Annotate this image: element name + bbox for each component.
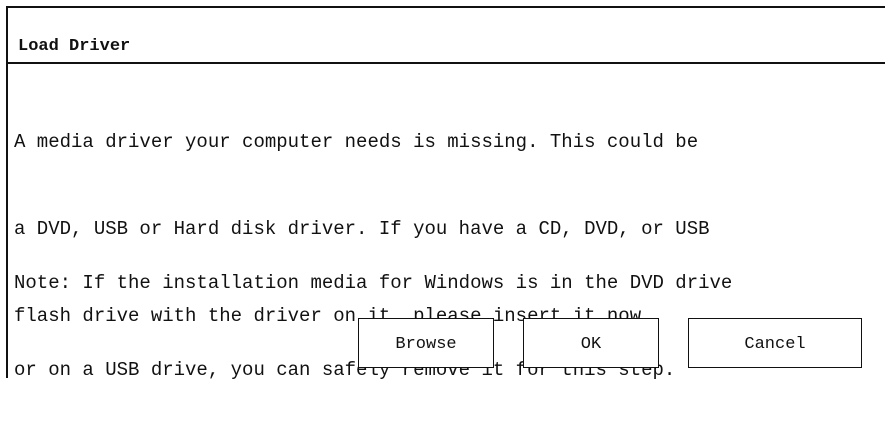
load-driver-dialog: Load Driver A media driver your computer… <box>6 6 885 381</box>
note-line: Note: If the installation media for Wind… <box>14 272 733 294</box>
dialog-title-bar: Load Driver <box>8 30 885 64</box>
dialog-title: Load Driver <box>18 37 131 56</box>
ok-button[interactable]: OK <box>523 318 659 368</box>
message-line: A media driver your computer needs is mi… <box>14 131 699 153</box>
ok-button-label: OK <box>580 335 602 354</box>
browse-button-label: Browse <box>395 335 457 354</box>
cancel-button-label: Cancel <box>744 335 806 354</box>
browse-button[interactable]: Browse <box>358 318 494 368</box>
cancel-button[interactable]: Cancel <box>688 318 862 368</box>
